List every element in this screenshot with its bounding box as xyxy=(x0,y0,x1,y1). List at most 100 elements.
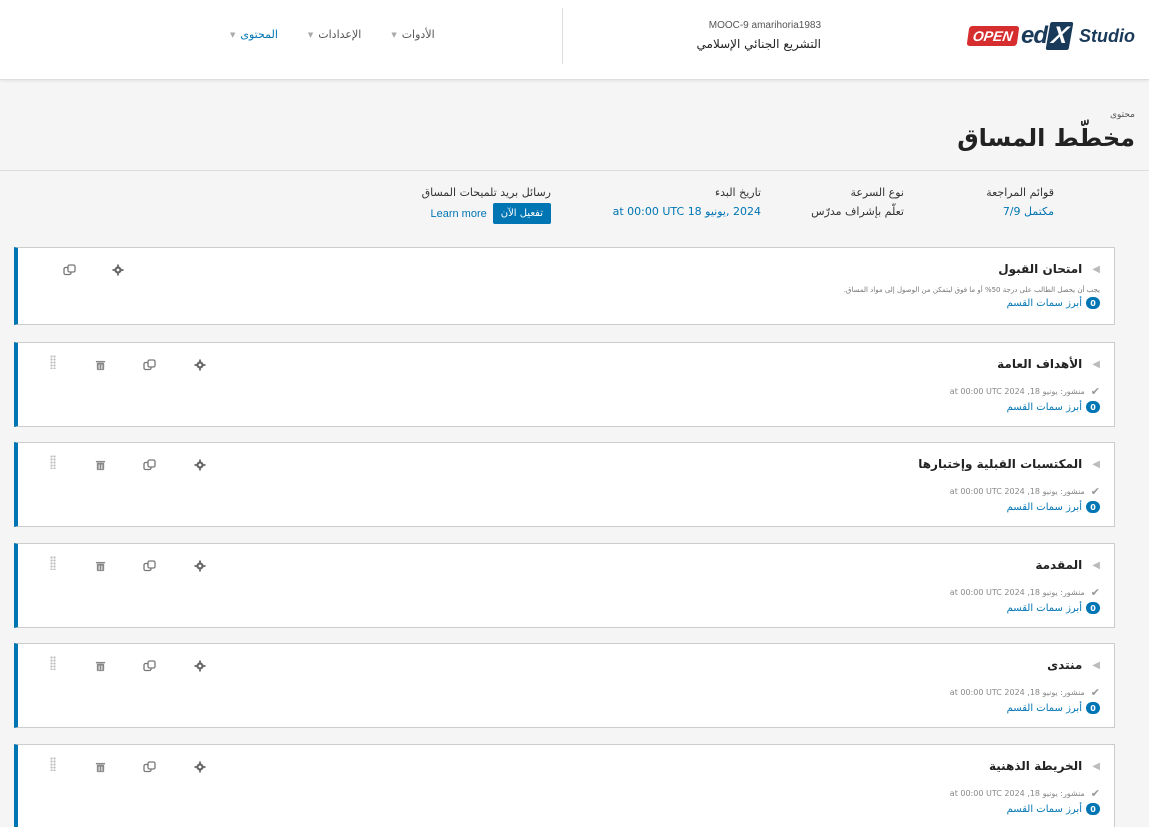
nav-tools-label: الأدوات xyxy=(401,28,435,41)
section-highlights-link[interactable]: أبرز سمات القسم xyxy=(1007,703,1082,714)
check-icon: ✔ xyxy=(1090,385,1100,398)
checklists-label: قوائم المراجعة xyxy=(986,186,1054,199)
openedx-studio-logo[interactable]: OPEN ed X Studio xyxy=(966,22,1135,50)
check-icon: ✔ xyxy=(1090,686,1100,699)
section-header[interactable]: ◀ امتحان القبول xyxy=(998,262,1100,276)
highlight-count-badge: 0 xyxy=(1086,401,1100,413)
main-nav: المحتوى ▼ الإعدادات ▼ الأدوات ▼ xyxy=(230,28,435,41)
delete-icon[interactable] xyxy=(92,759,108,775)
checklists-link[interactable]: مكتمل 7/9 xyxy=(986,205,1054,218)
logo-open: OPEN xyxy=(966,26,1020,46)
check-icon: ✔ xyxy=(1090,485,1100,498)
section-highlights[interactable]: 0 أبرز سمات القسم xyxy=(1007,297,1100,309)
expand-triangle-icon[interactable]: ◀ xyxy=(1092,560,1100,571)
status-checklists: قوائم المراجعة مكتمل 7/9 xyxy=(986,186,1054,218)
duplicate-icon[interactable] xyxy=(62,262,78,278)
drag-handle-icon[interactable] xyxy=(50,355,56,369)
section-highlights[interactable]: 0 أبرز سمات القسم xyxy=(1007,501,1100,513)
delete-icon[interactable] xyxy=(92,658,108,674)
duplicate-icon[interactable] xyxy=(142,357,158,373)
nav-content-label: المحتوى xyxy=(240,28,278,41)
expand-triangle-icon[interactable]: ◀ xyxy=(1092,459,1100,470)
section-highlights-link[interactable]: أبرز سمات القسم xyxy=(1007,502,1082,513)
activate-now-button[interactable]: تفعيل الآن xyxy=(492,203,551,224)
expand-triangle-icon[interactable]: ◀ xyxy=(1092,264,1100,275)
logo-ed: ed xyxy=(1020,22,1048,49)
check-icon: ✔ xyxy=(1090,787,1100,800)
drag-handle-icon[interactable] xyxy=(50,656,56,670)
section-status-text: منشور: يونيو 18, 2024 at 00:00 UTC xyxy=(949,789,1085,798)
logo-studio: Studio xyxy=(1079,25,1135,46)
section-header[interactable]: ◀ منتدى xyxy=(1047,658,1100,672)
pacing-label: نوع السرعة xyxy=(850,186,904,199)
section-status: ✔ منشور: يونيو 18, 2024 at 00:00 UTC xyxy=(950,787,1100,800)
gear-icon[interactable] xyxy=(110,262,126,278)
nav-tools[interactable]: الأدوات ▼ xyxy=(391,28,434,41)
gear-icon[interactable] xyxy=(192,558,208,574)
duplicate-icon[interactable] xyxy=(142,558,158,574)
status-course-emails: رسائل بريد تلميحات المساق Learn more تفع… xyxy=(422,186,551,224)
drag-handle-icon[interactable] xyxy=(50,757,56,771)
outline-section: ◀ الأهداف العامة ✔ منشور: يونيو 18, 2024… xyxy=(14,342,1115,427)
delete-icon[interactable] xyxy=(92,558,108,574)
drag-handle-icon[interactable] xyxy=(50,455,56,469)
section-title[interactable]: الخريطة الذهنية xyxy=(989,759,1082,773)
start-date-link[interactable]: 2024 ,يونيو 18 at 00:00 UTC xyxy=(613,205,761,218)
section-header[interactable]: ◀ المكتسبات القبلية وإختبارها xyxy=(918,457,1100,471)
section-actions xyxy=(92,457,208,473)
highlight-count-badge: 0 xyxy=(1086,297,1100,309)
highlight-count-badge: 0 xyxy=(1086,803,1100,815)
section-header[interactable]: ◀ الأهداف العامة xyxy=(997,357,1100,371)
delete-icon[interactable] xyxy=(92,457,108,473)
section-header[interactable]: ◀ الخريطة الذهنية xyxy=(989,759,1100,773)
outline-section: ◀ المقدمة ✔ منشور: يونيو 18, 2024 at 00:… xyxy=(14,543,1115,628)
section-title[interactable]: منتدى xyxy=(1047,658,1082,672)
section-title[interactable]: امتحان القبول xyxy=(998,262,1082,276)
start-date-label: تاريخ البدء xyxy=(714,186,761,199)
gear-icon[interactable] xyxy=(192,457,208,473)
highlight-count-badge: 0 xyxy=(1086,501,1100,513)
delete-icon[interactable] xyxy=(92,357,108,373)
duplicate-icon[interactable] xyxy=(142,457,158,473)
expand-triangle-icon[interactable]: ◀ xyxy=(1092,660,1100,671)
section-highlights[interactable]: 0 أبرز سمات القسم xyxy=(1007,602,1100,614)
course-info[interactable]: MOOC-9 amarihoria1983 التشريع الجنائي ال… xyxy=(697,20,821,51)
section-header[interactable]: ◀ المقدمة xyxy=(1035,558,1100,572)
section-actions xyxy=(92,558,208,574)
nav-settings[interactable]: الإعدادات ▼ xyxy=(308,28,361,41)
section-highlights-link[interactable]: أبرز سمات القسم xyxy=(1007,402,1082,413)
section-status: ✔ منشور: يونيو 18, 2024 at 00:00 UTC xyxy=(950,485,1100,498)
section-highlights-link[interactable]: أبرز سمات القسم xyxy=(1007,298,1082,309)
course-org: MOOC-9 amarihoria1983 xyxy=(708,20,821,31)
nav-content[interactable]: المحتوى ▼ xyxy=(230,28,278,41)
header-divider xyxy=(562,8,563,64)
section-title[interactable]: المقدمة xyxy=(1035,558,1082,572)
outline-section: ◀ المكتسبات القبلية وإختبارها ✔ منشور: ي… xyxy=(14,442,1115,527)
gear-icon[interactable] xyxy=(192,658,208,674)
section-title[interactable]: الأهداف العامة xyxy=(997,357,1082,371)
section-status: ✔ منشور: يونيو 18, 2024 at 00:00 UTC xyxy=(950,686,1100,699)
section-title[interactable]: المكتسبات القبلية وإختبارها xyxy=(918,457,1082,471)
gear-icon[interactable] xyxy=(192,759,208,775)
nav-settings-label: الإعدادات xyxy=(318,28,362,41)
drag-handle-icon[interactable] xyxy=(50,556,56,570)
section-highlights[interactable]: 0 أبرز سمات القسم xyxy=(1007,803,1100,815)
section-highlights[interactable]: 0 أبرز سمات القسم xyxy=(1007,702,1100,714)
gear-icon[interactable] xyxy=(192,357,208,373)
section-status: ✔ منشور: يونيو 18, 2024 at 00:00 UTC xyxy=(950,385,1100,398)
chevron-down-icon: ▼ xyxy=(391,30,397,39)
section-status-text: منشور: يونيو 18, 2024 at 00:00 UTC xyxy=(949,688,1085,697)
section-highlights[interactable]: 0 أبرز سمات القسم xyxy=(1007,401,1100,413)
section-highlights-link[interactable]: أبرز سمات القسم xyxy=(1007,603,1082,614)
highlight-count-badge: 0 xyxy=(1086,702,1100,714)
status-start-date: تاريخ البدء 2024 ,يونيو 18 at 00:00 UTC xyxy=(613,186,761,218)
course-emails-label: رسائل بريد تلميحات المساق xyxy=(421,186,551,199)
check-icon: ✔ xyxy=(1090,586,1100,599)
section-highlights-link[interactable]: أبرز سمات القسم xyxy=(1007,804,1082,815)
expand-triangle-icon[interactable]: ◀ xyxy=(1092,359,1100,370)
breadcrumb: محتوى xyxy=(1109,110,1135,120)
duplicate-icon[interactable] xyxy=(142,759,158,775)
expand-triangle-icon[interactable]: ◀ xyxy=(1092,761,1100,772)
duplicate-icon[interactable] xyxy=(142,658,158,674)
learn-more-link[interactable]: Learn more xyxy=(430,208,486,220)
